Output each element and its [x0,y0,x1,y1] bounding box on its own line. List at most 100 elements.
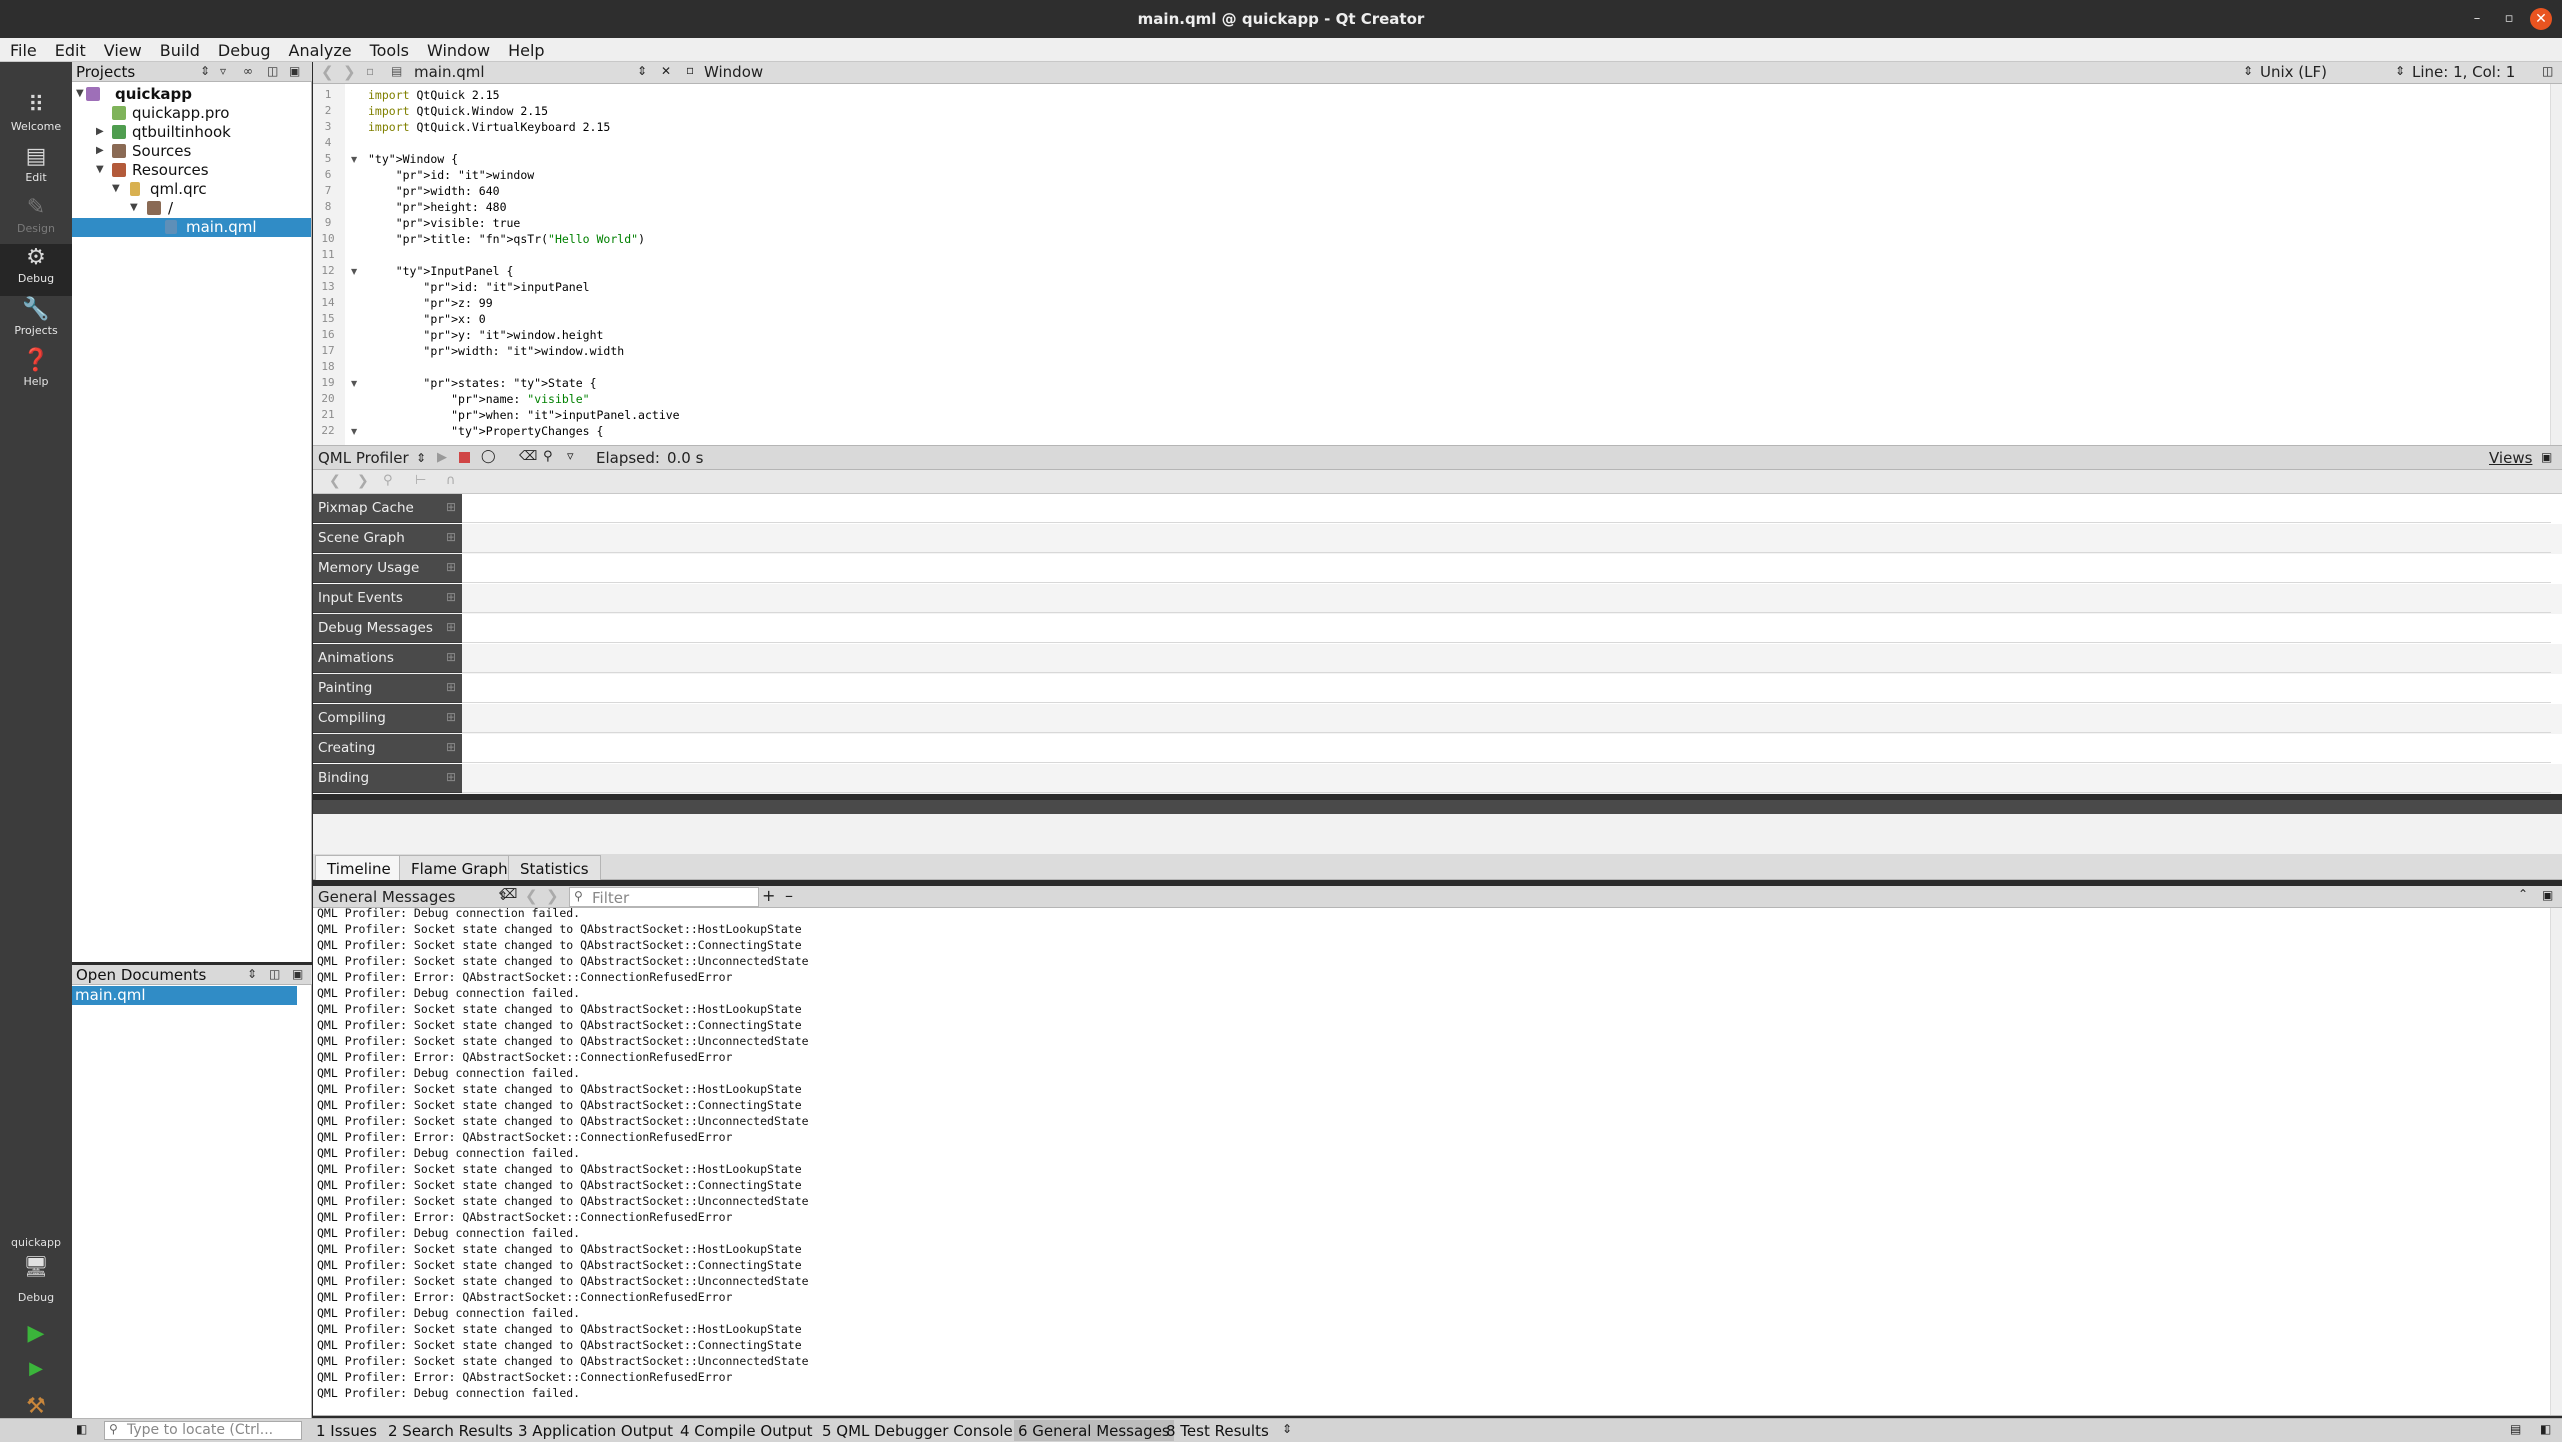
filter-icon[interactable]: ▿ [220,64,226,78]
back-arrow-icon[interactable]: ❮ [329,473,341,489]
forward-arrow-icon[interactable]: ❯ [357,473,369,489]
lock-selection-icon[interactable]: ∩ [446,473,456,488]
menu-analyze[interactable]: Analyze [279,38,360,62]
expand-category-icon[interactable]: ⊞ [446,710,456,724]
timeline-category-row[interactable]: Memory Usage ⊞ [313,554,2562,584]
menu-help[interactable]: Help [498,38,552,62]
expand-category-icon[interactable]: ⊞ [446,500,456,514]
timeline-category-row[interactable]: Painting ⊞ [313,674,2562,704]
output-pane-button-general-messages[interactable]: 6 General Messages [1014,1420,1174,1441]
timeline-category-row[interactable]: Scene Graph ⊞ [313,524,2562,554]
menu-view[interactable]: View [94,38,150,62]
output-pane-button-application-output[interactable]: 3 Application Output [518,1422,673,1440]
tree-item-qml-qrc[interactable]: ▼ qml.qrc [72,180,312,199]
timeline-category-label[interactable]: Binding ⊞ [313,764,462,793]
tree-item-qtbuiltinhook[interactable]: ▶ qtbuiltinhook [72,123,312,142]
profiler-dropdown-icon[interactable]: ⇕ [416,451,426,465]
mode-help[interactable]: ❓ Help [0,347,72,397]
clear-icon[interactable]: ⌫ [519,449,537,464]
toggle-right-sidebar-icon[interactable]: ◧ [2540,1422,2551,1436]
timeline-track[interactable] [462,734,2551,763]
tree-item-quickapp-pro[interactable]: quickapp.pro [72,104,312,123]
menu-window[interactable]: Window [417,38,498,62]
search-icon[interactable]: ⚲ [543,449,553,464]
locator-input[interactable]: ⚲ Type to locate (Ctrl... [104,1421,302,1440]
timeline-category-label[interactable]: Scene Graph ⊞ [313,524,462,553]
close-panel-icon[interactable]: ▣ [289,64,300,78]
kit-build-config[interactable]: Debug [0,1291,72,1304]
timeline-track[interactable] [462,704,2551,733]
timeline-category-label[interactable]: Painting ⊞ [313,674,462,703]
profiler-title[interactable]: QML Profiler [318,449,409,467]
expand-category-icon[interactable]: ⊞ [446,770,456,784]
zoom-out-icon[interactable]: – [785,886,793,905]
timeline-track[interactable] [462,764,2551,793]
tree-item-sources[interactable]: ▶ Sources [72,142,312,161]
expand-category-icon[interactable]: ⊞ [446,740,456,754]
run-icon[interactable]: ▶ [0,1321,72,1346]
timeline-overview-bar[interactable] [313,800,2562,814]
timeline-track[interactable] [462,554,2551,583]
timeline-track[interactable] [462,494,2551,523]
more-panes-icon[interactable]: ⇕ [1282,1422,1292,1436]
fold-marker-icon[interactable]: ▼ [351,155,357,164]
close-pane-icon[interactable]: ▣ [2542,888,2553,902]
output-pane-button-search-results[interactable]: 2 Search Results [388,1422,513,1440]
sort-icon[interactable]: ⇕ [200,64,210,78]
expand-category-icon[interactable]: ⊞ [446,560,456,574]
file-dropdown-icon[interactable]: ⇕ [637,64,647,78]
build-hammer-icon[interactable]: ⚒ [0,1394,72,1419]
progress-details-icon[interactable]: ▤ [2510,1422,2521,1436]
output-pane-button-test-results[interactable]: 8 Test Results [1166,1422,1269,1440]
filter-icon[interactable]: ▿ [567,449,574,464]
views-menu[interactable]: Views [2489,449,2532,467]
timeline-category-label[interactable]: Input Events ⊞ [313,584,462,613]
maximize-panel-icon[interactable]: ▣ [2541,450,2552,464]
output-pane-button-issues[interactable]: 1 Issues [316,1422,377,1440]
start-profiler-icon[interactable]: ▶ [437,450,447,465]
back-arrow-icon[interactable]: ❮ [321,63,334,81]
filter-input[interactable]: ⚲ Filter [569,887,759,907]
zoom-icon[interactable]: ⚲ [383,473,393,488]
timeline-category-row[interactable]: Binding ⊞ [313,764,2562,794]
fold-marker-icon[interactable]: ▼ [351,379,357,388]
sort-icon[interactable]: ⇕ [247,967,257,981]
timeline-category-row[interactable]: Pixmap Cache ⊞ [313,494,2562,524]
timeline-track[interactable] [462,614,2551,643]
clear-output-icon[interactable]: ⌫ [499,887,517,902]
timeline-track[interactable] [462,674,2551,703]
timeline-category-row[interactable]: Compiling ⊞ [313,704,2562,734]
timeline-category-label[interactable]: Debug Messages ⊞ [313,614,462,643]
tab-statistics[interactable]: Statistics [508,855,601,880]
timeline-category-row[interactable]: Debug Messages ⊞ [313,614,2562,644]
range-icon[interactable]: ⊢ [415,473,426,488]
expand-category-icon[interactable]: ⊞ [446,620,456,634]
menu-build[interactable]: Build [150,38,208,62]
output-scrollbar[interactable] [2550,908,2562,1415]
timeline-category-label[interactable]: Animations ⊞ [313,644,462,673]
mode-design[interactable]: ✎ Design [0,194,72,244]
open-document-item[interactable]: main.qml [72,986,297,1005]
menu-debug[interactable]: Debug [208,38,279,62]
previous-item-icon[interactable]: ❮ [525,887,538,905]
fold-marker-icon[interactable]: ▼ [351,427,357,436]
line-endings-dropdown-icon[interactable]: ⇕ [2395,64,2405,78]
link-icon[interactable]: ∞ [243,64,253,78]
tree-item-main-qml[interactable]: main.qml [72,218,311,237]
mode-welcome[interactable]: ⠿ Welcome [0,92,72,142]
kit-monitor-icon[interactable]: 🖥 [0,1254,72,1278]
timeline-category-row[interactable]: Animations ⊞ [313,644,2562,674]
debug-run-icon[interactable]: ▶ [0,1358,72,1379]
timeline-track[interactable] [462,524,2551,553]
split-icon[interactable]: ◫ [267,64,278,78]
timeline-track[interactable] [462,584,2551,613]
stop-icon[interactable] [459,452,470,463]
general-messages-output[interactable]: QML Profiler: Debug connection failed. QM… [313,908,2562,1416]
zoom-in-icon[interactable]: + [762,886,775,905]
symbol-selector[interactable]: Window [704,63,763,81]
split-icon[interactable]: ◫ [269,967,280,981]
close-panel-icon[interactable]: ▣ [292,967,303,981]
mode-projects[interactable]: 🔧 Projects [0,296,72,346]
minimize-icon[interactable]: – [2466,8,2488,30]
cursor-position[interactable]: Line: 1, Col: 1 [2412,63,2515,81]
